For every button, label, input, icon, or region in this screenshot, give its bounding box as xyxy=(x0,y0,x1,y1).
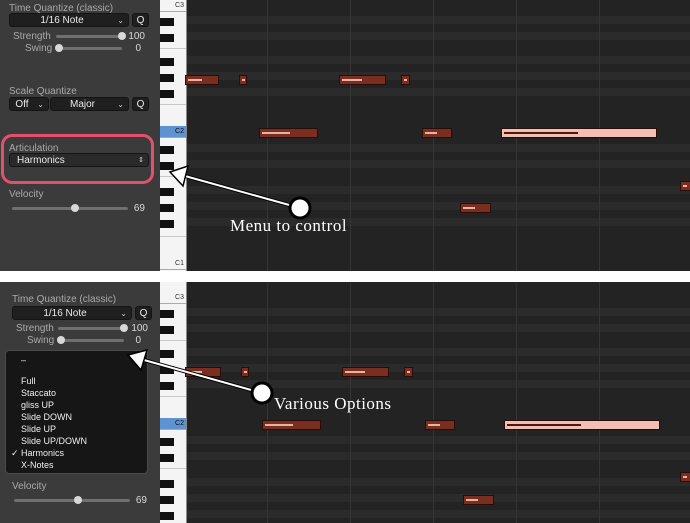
callout-text: Menu to control xyxy=(230,216,348,235)
top-screenshot-panel: Time Quantize (classic) 1/16 Note ⌄ Q St… xyxy=(0,0,690,271)
callout-text: Various Options xyxy=(274,394,392,413)
bottom-screenshot-panel: Time Quantize (classic) 1/16 Note ⌄ Q St… xyxy=(0,282,690,523)
